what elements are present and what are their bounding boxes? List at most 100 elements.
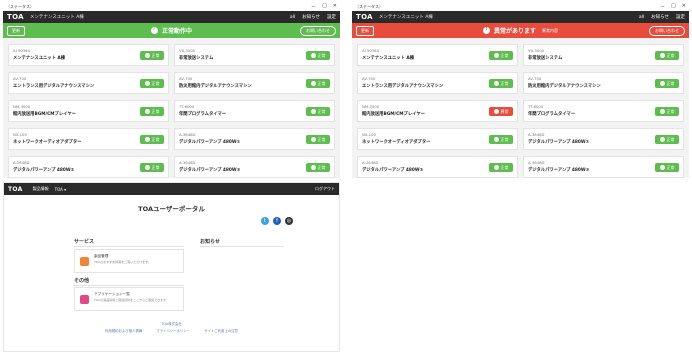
settings-menu[interactable]: 設定	[676, 14, 685, 20]
status-button[interactable]: 正常	[140, 51, 164, 60]
check-icon	[659, 137, 665, 142]
status-text: 異常があります	[493, 28, 536, 35]
check-icon	[493, 165, 499, 170]
product-icon	[80, 257, 89, 266]
logout-link[interactable]: ログアウト	[315, 186, 335, 192]
maximize-icon[interactable]: □	[671, 3, 676, 10]
status-label: 正常	[317, 136, 326, 142]
nav-toa-menu[interactable]: TOA ▾	[55, 187, 67, 192]
toa-logo[interactable]: TOA	[8, 186, 23, 193]
status-label: 異常	[500, 108, 509, 114]
status-label: 正常	[151, 80, 160, 86]
footer-link-terms[interactable]: 利用規約および個人情報	[105, 328, 142, 333]
status-label: 正常	[666, 52, 675, 58]
device-card: A-3648D デジタルパワーアンプ 480W③ 正常	[174, 156, 335, 178]
instagram-icon[interactable]: ◎	[285, 217, 293, 225]
status-button[interactable]: 正常	[140, 163, 164, 172]
status-window-normal: （ステータス） － □ ✕ TOA メンテナンスユニット A棟 all お知らせ…	[3, 2, 340, 178]
status-label: 正常	[317, 164, 326, 170]
status-button[interactable]: 正常	[655, 107, 679, 116]
service-desc: TOAの製品情報と関連資料をここからご確認できます	[94, 298, 167, 302]
status-button[interactable]: 正常	[306, 79, 330, 88]
check-icon	[659, 81, 665, 86]
window-title: （ステータス）	[355, 3, 383, 9]
check-icon	[144, 137, 150, 142]
check-icon	[493, 53, 499, 58]
check-icon	[144, 165, 150, 170]
settings-menu[interactable]: 設定	[327, 14, 336, 20]
device-grid: AI 5036U メンテナンスユニット A棟 正常 VX-3000 非常放送システム 正常…	[3, 38, 340, 178]
footer-link-privacy[interactable]: プライバシーポリシー	[156, 328, 190, 333]
minimize-icon[interactable]: －	[660, 3, 665, 10]
status-button[interactable]: 正常	[140, 79, 164, 88]
news-menu[interactable]: お知らせ	[302, 14, 320, 20]
status-button[interactable]: 正常	[140, 135, 164, 144]
status-label: 正常	[151, 164, 160, 170]
status-text: 正常動作中	[161, 28, 192, 35]
status-label: 正常	[500, 52, 509, 58]
device-card: A-3648D デジタルパワーアンプ 480W① 正常	[174, 128, 335, 150]
status-label: 正常	[317, 52, 326, 58]
alert-icon	[493, 109, 499, 114]
window-titlebar: （ステータス） － □ ✕	[352, 2, 689, 11]
footer-company[interactable]: TOA株式会社	[4, 321, 339, 326]
device-card: NM-3000 館内放送用BGM/CMプレイヤー 異常	[357, 100, 518, 122]
check-icon	[310, 81, 316, 86]
user-portal-window: TOA 製品情報 TOA ▾ ログアウト TOAユーザーポータル t f ◎ サ…	[3, 182, 340, 352]
minimize-icon[interactable]: －	[311, 3, 316, 10]
twitter-icon[interactable]: t	[261, 217, 269, 225]
check-icon	[493, 81, 499, 86]
device-card: NX-100 ネットワークオーディオアダプター 正常	[8, 128, 169, 150]
status-button[interactable]: 正常	[655, 79, 679, 88]
check-icon	[310, 137, 316, 142]
service-card-apps[interactable]: アプリケーション一覧 TOAの製品情報と関連資料をここからご確認できます	[74, 287, 184, 311]
contact-button[interactable]: お問い合わせ	[300, 26, 336, 36]
device-card: A-3648D デジタルパワーアンプ 480W③ 正常	[523, 156, 684, 178]
status-banner: 更新 ! 異常があります 異常内容 お問い合わせ	[352, 23, 689, 38]
status-button[interactable]: 正常	[655, 163, 679, 172]
status-button[interactable]: 異常	[489, 107, 513, 116]
status-button[interactable]: 正常	[489, 135, 513, 144]
status-label: 正常	[500, 136, 509, 142]
device-card: NM-3000 館内放送用BGM/CMプレイヤー 正常	[8, 100, 169, 122]
refresh-button[interactable]: 更新	[7, 26, 25, 36]
social-links: t f ◎	[261, 217, 293, 225]
refresh-button[interactable]: 更新	[356, 26, 374, 36]
service-card-products[interactable]: 製品管理 TOAのおすすめ情報をご覧いただけます。	[74, 249, 184, 273]
status-label: 正常	[151, 136, 160, 142]
status-label: 正常	[317, 80, 326, 86]
status-button[interactable]: 正常	[306, 163, 330, 172]
signal-icon: all	[289, 14, 296, 20]
news-menu[interactable]: お知らせ	[651, 14, 669, 20]
status-button[interactable]: 正常	[306, 135, 330, 144]
close-icon[interactable]: ✕	[682, 3, 686, 10]
device-card: AV-700 エントランス用デジタルアナウンスマシン 正常	[8, 72, 169, 94]
maximize-icon[interactable]: □	[322, 3, 327, 10]
status-button[interactable]: 正常	[489, 79, 513, 88]
page-title: TOAユーザーポータル	[138, 205, 205, 213]
status-button[interactable]: 正常	[306, 51, 330, 60]
status-button[interactable]: 正常	[489, 51, 513, 60]
facebook-icon[interactable]: f	[273, 217, 281, 225]
contact-button[interactable]: お問い合わせ	[649, 26, 685, 36]
nav-products[interactable]: 製品情報	[33, 186, 49, 192]
status-button[interactable]: 正常	[306, 107, 330, 116]
close-icon[interactable]: ✕	[333, 3, 337, 10]
device-card: A-2648D デジタルパワーアンプ 480W② 正常	[8, 156, 169, 178]
status-label: 正常	[666, 108, 675, 114]
status-button[interactable]: 正常	[655, 135, 679, 144]
device-card: VX-3000 非常放送システム 正常	[523, 44, 684, 66]
news-heading: お知らせ	[200, 239, 220, 245]
device-card: AI 5036U メンテナンスユニット A棟 正常	[357, 44, 518, 66]
status-banner: 更新 ✓ 正常動作中 お問い合わせ	[3, 23, 340, 38]
status-button[interactable]: 正常	[489, 163, 513, 172]
footer-link-notice[interactable]: サイトご利用上の注意	[204, 328, 238, 333]
status-subtext: 異常内容	[542, 27, 558, 33]
toa-logo: TOA	[7, 13, 24, 21]
signal-icon: all	[638, 14, 645, 20]
unit-name: メンテナンスユニット A棟	[29, 15, 84, 20]
status-button[interactable]: 正常	[655, 51, 679, 60]
app-header: TOA メンテナンスユニット A棟 all お知らせ 設定	[352, 11, 689, 23]
check-icon	[310, 165, 316, 170]
status-button[interactable]: 正常	[140, 107, 164, 116]
